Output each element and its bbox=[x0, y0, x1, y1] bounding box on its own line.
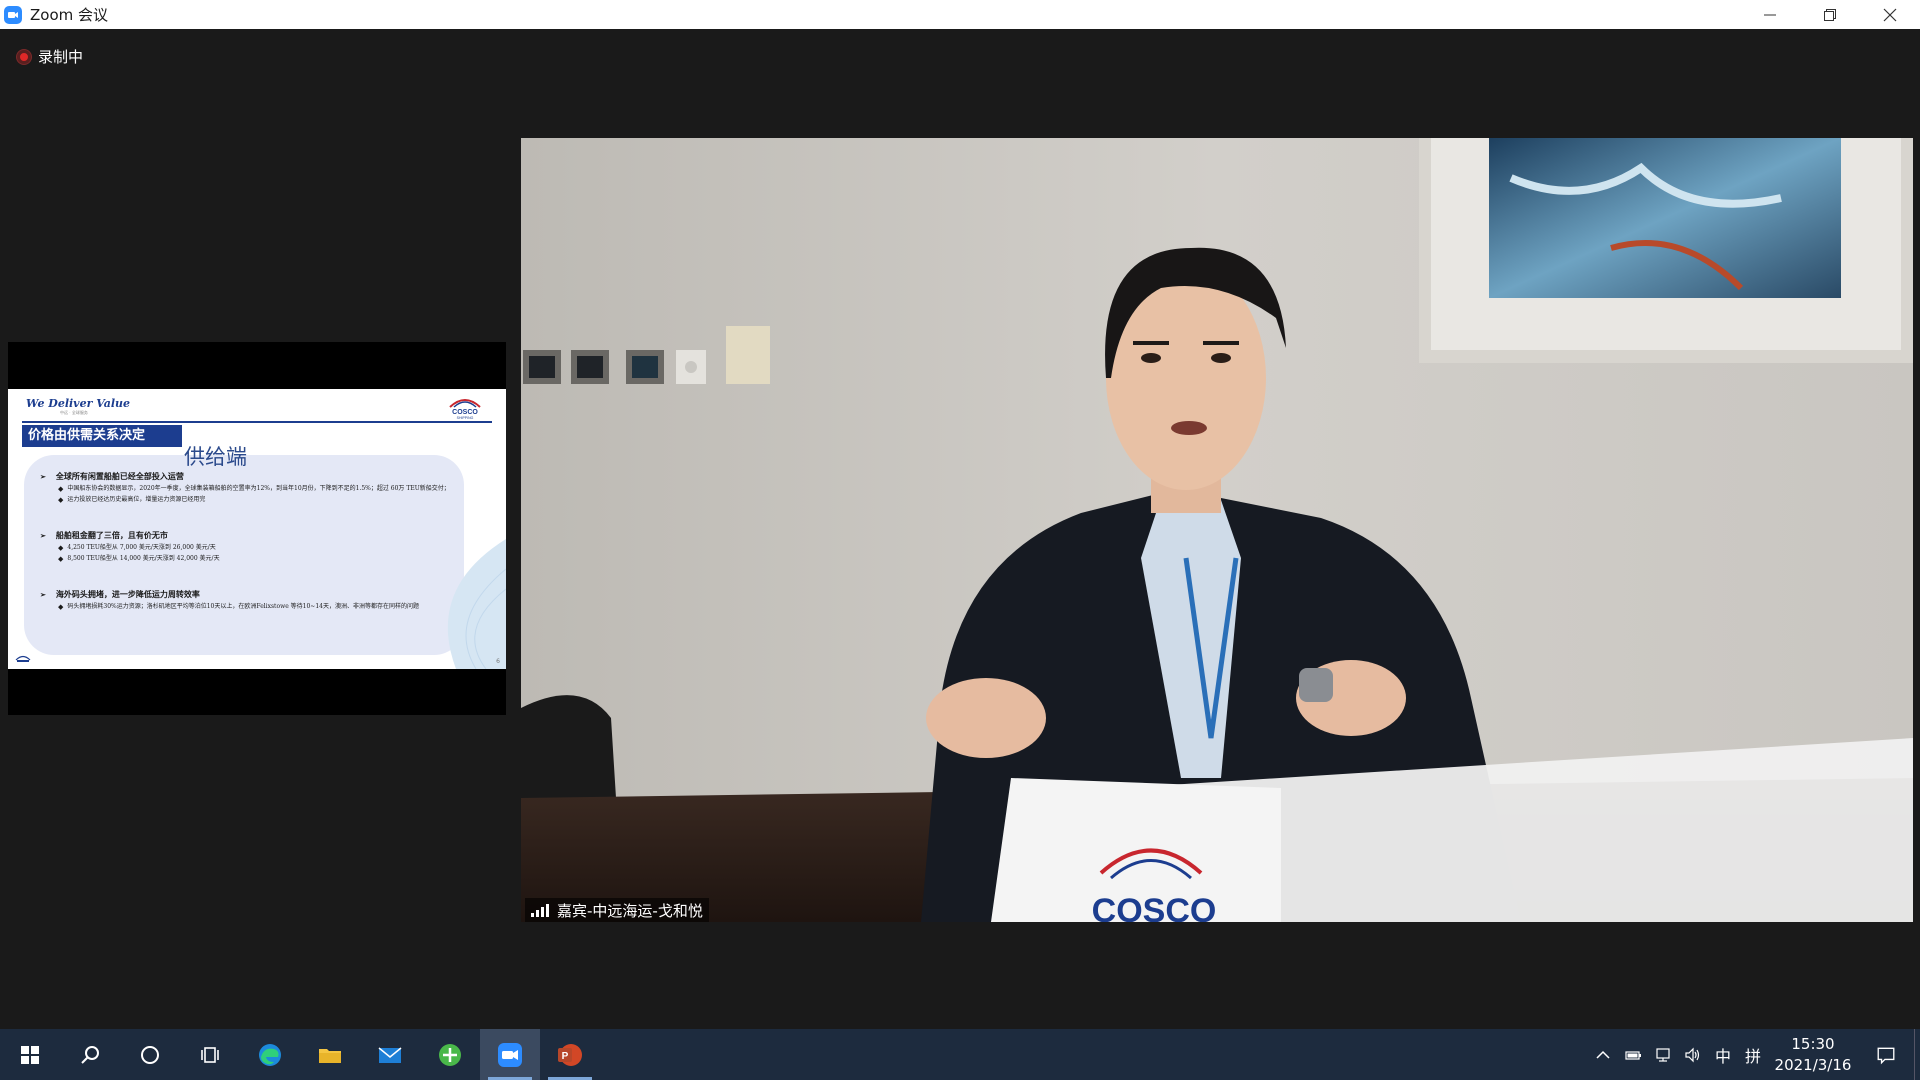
slide-bullet: ◆ 运力投放已经达历史最高位，增量运力资源已经用完 bbox=[58, 496, 206, 504]
slide-bullet: ◆ 码头拥堵损耗30%运力资源；洛杉矶地区平均等泊位10天以上，在欧洲Felixs… bbox=[58, 603, 419, 611]
powerpoint-icon: P bbox=[558, 1043, 582, 1066]
record-dot-icon bbox=[17, 49, 31, 64]
close-icon bbox=[1883, 8, 1897, 21]
zoom-app-button[interactable] bbox=[480, 1029, 540, 1080]
show-desktop-button[interactable] bbox=[1914, 1029, 1920, 1080]
slide-bullet: ◆ 8,500 TEU船型从 14,000 美元/天涨到 42,000 美元/天 bbox=[58, 555, 220, 563]
meeting-area: 录制中 We Deliver Value 中远 · 全球服务 COSCO SHI… bbox=[0, 29, 1920, 1029]
ime-mode-indicator[interactable]: 拼 bbox=[1738, 1029, 1768, 1080]
network-button[interactable] bbox=[1648, 1029, 1678, 1080]
slide-logo: We Deliver Value 中远 · 全球服务 bbox=[26, 397, 131, 415]
edge-browser-button[interactable] bbox=[240, 1029, 300, 1080]
volume-button[interactable] bbox=[1678, 1029, 1708, 1080]
speaker-video-frame: COSCO bbox=[521, 138, 1913, 922]
restore-button[interactable] bbox=[1800, 0, 1860, 29]
cortana-icon bbox=[141, 1045, 159, 1064]
powerpoint-button[interactable]: P bbox=[540, 1029, 600, 1080]
search-icon bbox=[81, 1045, 99, 1064]
network-icon bbox=[1656, 1047, 1670, 1062]
minimize-icon bbox=[1764, 14, 1776, 15]
show-hidden-icons-button[interactable] bbox=[1588, 1029, 1618, 1080]
window-title: Zoom 会议 bbox=[30, 6, 109, 24]
svg-text:COSCO: COSCO bbox=[452, 409, 478, 416]
window-titlebar: Zoom 会议 bbox=[0, 0, 1920, 29]
slide-section-heading: ➢ 船舶租金翻了三倍，且有价无市 bbox=[40, 530, 168, 540]
green-app-icon bbox=[439, 1043, 461, 1066]
recording-label: 录制中 bbox=[38, 48, 84, 66]
participant-name-tag: 嘉宾-中远海运-戈和悦 bbox=[525, 898, 709, 922]
svg-text:SHIPPING: SHIPPING bbox=[457, 416, 474, 420]
volume-icon bbox=[1685, 1047, 1700, 1062]
search-button[interactable] bbox=[60, 1029, 120, 1080]
mail-icon bbox=[378, 1046, 402, 1063]
edge-browser-icon bbox=[259, 1043, 281, 1066]
green-app-button[interactable] bbox=[420, 1029, 480, 1080]
minimize-button[interactable] bbox=[1740, 0, 1800, 29]
slide-heading: 供给端 bbox=[184, 445, 247, 469]
notification-icon bbox=[1877, 1047, 1895, 1064]
zoom-app-icon bbox=[498, 1042, 522, 1067]
system-tray: 中 拼 15:30 2021/3/16 bbox=[1588, 1029, 1920, 1080]
cortana-button[interactable] bbox=[120, 1029, 180, 1080]
start-button[interactable] bbox=[0, 1029, 60, 1080]
mail-button[interactable] bbox=[360, 1029, 420, 1080]
file-explorer-button[interactable] bbox=[300, 1029, 360, 1080]
battery-icon bbox=[1625, 1050, 1641, 1060]
clock-date: 2021/3/16 bbox=[1774, 1055, 1852, 1074]
battery-button[interactable] bbox=[1618, 1029, 1648, 1080]
svg-text:COSCO: COSCO bbox=[1092, 892, 1217, 922]
svg-text:P: P bbox=[562, 1051, 569, 1062]
slide-bullet: ◆ 4,250 TEU船型从 7,000 美元/天涨到 26,000 美元/天 bbox=[58, 544, 216, 552]
presentation-slide: We Deliver Value 中远 · 全球服务 COSCO SHIPPIN… bbox=[8, 389, 506, 669]
zoom-camera-icon bbox=[4, 5, 22, 24]
cosco-footer-logo-icon bbox=[15, 655, 31, 662]
slide-section-heading: ➢ 海外码头拥堵，进一步降低运力周转效率 bbox=[40, 589, 200, 599]
file-explorer-icon bbox=[319, 1048, 341, 1063]
clock-time: 15:30 bbox=[1791, 1034, 1835, 1053]
signal-strength-icon bbox=[531, 903, 551, 917]
restore-icon bbox=[1824, 8, 1836, 21]
start-icon bbox=[21, 1045, 39, 1064]
task-view-button[interactable] bbox=[180, 1029, 240, 1080]
slide-content: ➢ 全球所有闲置船舶已经全部投入运营 ◆ 中国船东协会的数据显示，2020年一季度，… bbox=[40, 471, 480, 611]
slide-section-heading: ➢ 全球所有闲置船舶已经全部投入运营 bbox=[40, 471, 184, 481]
chevron-up-icon bbox=[1596, 1050, 1610, 1059]
participant-name: 嘉宾-中远海运-戈和悦 bbox=[557, 901, 703, 920]
slide-page-number: 6 bbox=[496, 658, 500, 665]
slide-divider bbox=[22, 421, 492, 423]
slide-title: 价格由供需关系决定 bbox=[22, 425, 182, 447]
clock[interactable]: 15:30 2021/3/16 bbox=[1768, 1034, 1858, 1076]
action-center-button[interactable] bbox=[1858, 1045, 1914, 1065]
ime-indicator[interactable]: 中 bbox=[1708, 1029, 1738, 1080]
windows-taskbar: P 中 拼 15:30 2021/3/16 bbox=[0, 1029, 1920, 1080]
task-view-icon bbox=[201, 1046, 219, 1063]
cosco-logo-icon: COSCO SHIPPING bbox=[449, 399, 481, 420]
close-button[interactable] bbox=[1860, 0, 1920, 29]
recording-indicator[interactable]: 录制中 bbox=[17, 46, 83, 67]
speaker-video[interactable]: COSCO 嘉宾-中远海运-戈和悦 bbox=[521, 138, 1913, 922]
slide-bullet: ◆ 中国船东协会的数据显示，2020年一季度，全球集装箱船舶的空置率为12%，到当… bbox=[58, 485, 450, 493]
shared-screen-panel[interactable]: We Deliver Value 中远 · 全球服务 COSCO SHIPPIN… bbox=[8, 342, 506, 715]
